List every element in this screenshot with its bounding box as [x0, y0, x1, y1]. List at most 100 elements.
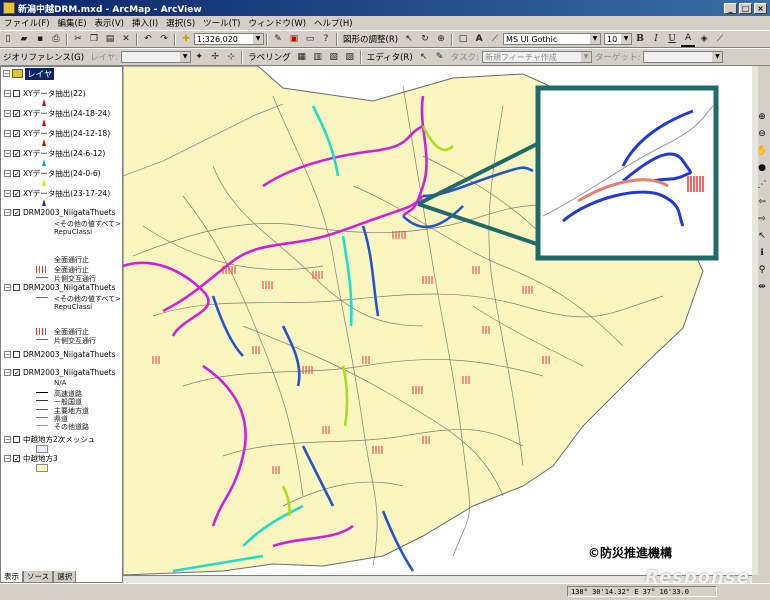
layer-checkbox[interactable]	[13, 351, 20, 358]
menu-file[interactable]: ファイル(F)	[0, 17, 54, 29]
minimize-button[interactable]: _	[724, 2, 737, 14]
layer-name[interactable]: XYデータ抽出(24-18-24)	[23, 108, 110, 119]
layer-checkbox[interactable]: ✓	[13, 150, 20, 158]
layer-checkbox[interactable]: ✓	[13, 110, 20, 118]
georef-link-icon[interactable]: ⊹	[224, 50, 238, 64]
drawing-menu[interactable]: 図形の調整(R)	[340, 33, 401, 45]
toc-layer-row[interactable]: − ✓ DRM2003_NiigataThuets	[4, 368, 116, 377]
select-features-icon[interactable]: ↖	[756, 231, 768, 244]
font-size-combo[interactable]: 10 ▼	[604, 33, 633, 45]
label-view-icon[interactable]: ▨	[343, 50, 357, 64]
layer-name[interactable]: DRM2003_NiigataThuets	[23, 283, 116, 292]
labeling-menu[interactable]: ラベリング	[245, 51, 294, 63]
menu-edit[interactable]: 編集(E)	[54, 17, 91, 29]
toc-layer-row[interactable]: − ✓ XYデータ抽出(24-0-6)	[4, 168, 101, 179]
layer-name[interactable]: XYデータ抽出(22)	[23, 88, 86, 99]
identify-icon[interactable]: ℹ	[756, 248, 768, 261]
expand-icon[interactable]: −	[4, 209, 11, 216]
forward-extent-icon[interactable]: ⇨	[756, 214, 768, 227]
open-folder-icon[interactable]: ▰	[17, 32, 31, 46]
toc-layer-row[interactable]: − ✓ XYデータ抽出(24-6-12)	[4, 148, 105, 159]
pan-icon[interactable]: ✋	[756, 146, 768, 159]
toc-collapse-icon[interactable]: −	[3, 70, 10, 77]
menu-insert[interactable]: 挿入(I)	[128, 17, 162, 29]
rotate-icon[interactable]: ↻	[418, 32, 432, 46]
menu-window[interactable]: ウィンドウ(W)	[245, 17, 311, 29]
font-combo[interactable]: MS UI Gothic ▼	[503, 33, 602, 45]
map-canvas[interactable]	[123, 66, 752, 575]
layer-checkbox[interactable]: ✓	[13, 190, 20, 198]
layer-checkbox[interactable]: ✓	[13, 170, 20, 178]
toc-layer-row[interactable]: − ✓ XYデータ抽出(24-18-24)	[4, 108, 110, 119]
toc-title[interactable]: レイヤ	[25, 67, 55, 80]
cut-icon[interactable]: ✂	[71, 32, 85, 46]
toc-layer-row[interactable]: − ✓ 中越地方3	[4, 453, 58, 464]
expand-icon[interactable]: −	[4, 436, 11, 443]
fill-color-icon[interactable]: ◈	[697, 32, 711, 46]
new-document-icon[interactable]: ▯	[1, 32, 15, 46]
zoom-whole-page-icon[interactable]: ⊕	[434, 32, 448, 46]
georeferencing-menu[interactable]: ジオリファレンス(G)	[0, 51, 87, 63]
paste-icon[interactable]: ▤	[103, 32, 117, 46]
expand-icon[interactable]: −	[4, 110, 11, 117]
layer-checkbox[interactable]: ✓	[13, 209, 20, 217]
zoom-in-icon[interactable]: ⊕	[756, 112, 768, 125]
toc-layer-row[interactable]: − 中越地方2次メッシュ	[4, 434, 95, 445]
edit-tool-icon[interactable]: ↖	[417, 50, 431, 64]
bold-button[interactable]: B	[633, 32, 647, 46]
find-icon[interactable]: ⚲	[756, 265, 768, 278]
zoom-out-icon[interactable]: ⊖	[756, 129, 768, 142]
map-view[interactable]	[123, 66, 752, 575]
print-icon[interactable]: ⎙	[49, 32, 63, 46]
task-combo[interactable]: 新規フィーチャ作成 ▼	[482, 51, 593, 63]
arctoolbox-icon[interactable]: ▣	[287, 32, 301, 46]
redo-icon[interactable]: ↷	[157, 32, 171, 46]
layer-name[interactable]: DRM2003_NiigataThuets	[23, 368, 116, 377]
save-icon[interactable]: ▪	[33, 32, 47, 46]
layer-name[interactable]: 中越地方2次メッシュ	[23, 434, 95, 445]
text-tool-icon[interactable]: A	[472, 32, 486, 46]
expand-icon[interactable]: −	[4, 351, 11, 358]
layer-checkbox[interactable]	[13, 284, 20, 291]
layer-name[interactable]: XYデータ抽出(24-6-12)	[23, 148, 105, 159]
close-button[interactable]: ×	[754, 2, 767, 14]
measure-icon[interactable]: ⇹	[756, 282, 768, 295]
label-manager-icon[interactable]: ▦	[295, 50, 309, 64]
tab-display[interactable]: 表示	[0, 571, 23, 583]
layer-checkbox[interactable]: ✓	[13, 455, 20, 463]
expand-icon[interactable]: −	[4, 284, 11, 291]
underline-button[interactable]: U	[665, 32, 679, 46]
help-pointer-icon[interactable]: ?	[319, 32, 333, 46]
label-priority-icon[interactable]: ▥	[311, 50, 325, 64]
scale-combo[interactable]: 1:326,020 ▼	[194, 33, 264, 45]
expand-icon[interactable]: −	[4, 455, 11, 462]
font-color-icon[interactable]: A	[681, 31, 696, 47]
sketch-tool-icon[interactable]: ✎	[433, 50, 447, 64]
georef-tool-icon[interactable]: ✦	[192, 50, 206, 64]
target-combo[interactable]: ▼	[643, 51, 724, 63]
georef-control-icon[interactable]: ✢	[208, 50, 222, 64]
command-line-icon[interactable]: ▭	[303, 32, 317, 46]
layer-name[interactable]: DRM2003_NiigataThuets	[23, 350, 116, 359]
layer-name[interactable]: XYデータ抽出(24-12-18)	[23, 128, 110, 139]
layer-checkbox[interactable]: ✓	[13, 130, 20, 138]
expand-icon[interactable]: −	[4, 130, 11, 137]
full-extent-icon[interactable]: ●	[756, 163, 768, 176]
toc-layer-row[interactable]: − DRM2003_NiigataThuets	[4, 283, 116, 292]
fixed-zoom-in-icon[interactable]: ⋰	[756, 180, 768, 193]
toc-layer-row[interactable]: − ✓ DRM2003_NiigataThuets	[4, 208, 116, 217]
line-tool-icon[interactable]: ⟋	[488, 32, 502, 46]
undo-icon[interactable]: ↶	[141, 32, 155, 46]
back-extent-icon[interactable]: ⇦	[756, 197, 768, 210]
expand-icon[interactable]: −	[4, 369, 11, 376]
delete-icon[interactable]: ✕	[119, 32, 133, 46]
expand-icon[interactable]: −	[4, 170, 11, 177]
expand-icon[interactable]: −	[4, 90, 11, 97]
line-color-icon[interactable]: ⟋	[713, 32, 727, 46]
menu-tools[interactable]: ツール(T)	[199, 17, 244, 29]
layer-name[interactable]: XYデータ抽出(23-17-24)	[23, 188, 110, 199]
label-weight-icon[interactable]: ▧	[327, 50, 341, 64]
menu-view[interactable]: 表示(V)	[91, 17, 128, 29]
menu-help[interactable]: ヘルプ(H)	[310, 17, 357, 29]
maximize-button[interactable]: □	[739, 2, 752, 14]
